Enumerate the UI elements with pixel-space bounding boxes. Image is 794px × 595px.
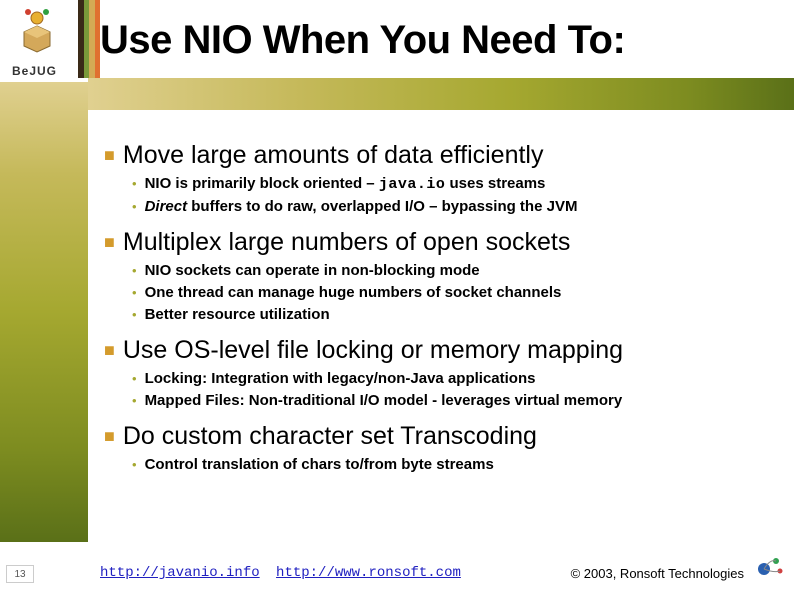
header: BeJUG Use NIO When You Need To: [0,0,794,118]
heading-2: ■ Multiplex large numbers of open socket… [104,227,764,257]
bullet-dot-icon: • [132,455,137,475]
sub-bullet: • Direct buffers to do raw, overlapped I… [132,197,764,217]
section-4: ■ Do custom character set Transcoding • … [104,421,764,475]
sub-text: Direct buffers to do raw, overlapped I/O… [145,197,578,217]
sub-bullet: • Control translation of chars to/from b… [132,455,764,475]
link-ronsoft[interactable]: http://www.ronsoft.com [276,565,461,581]
footer-links: http://javanio.info http://www.ronsoft.c… [100,565,469,581]
bullet-dot-icon: • [132,369,137,389]
sub-bullet: • Better resource utilization [132,305,764,325]
bullet-square-icon: ■ [104,421,115,451]
bullet-dot-icon: • [132,197,137,217]
left-gradient-rail [0,82,88,542]
sub-text: NIO is primarily block oriented – java.i… [145,174,546,195]
sub-text: Better resource utilization [145,305,330,325]
page-number: 13 [6,565,34,583]
page-title: Use NIO When You Need To: [100,18,625,63]
copyright: © 2003, Ronsoft Technologies [571,566,744,581]
sub-bullet: • Mapped Files: Non-traditional I/O mode… [132,391,764,411]
sub-bullet: • NIO is primarily block oriented – java… [132,174,764,195]
heading-4: ■ Do custom character set Transcoding [104,421,764,451]
bejug-logo-icon [8,8,66,66]
ronsoft-logo-icon [754,553,786,577]
footer: 13 http://javanio.info http://www.ronsof… [0,561,794,583]
sub-text: One thread can manage huge numbers of so… [145,283,562,303]
bullet-dot-icon: • [132,391,137,411]
sub-text: Mapped Files: Non-traditional I/O model … [145,391,623,411]
heading-text: Use OS-level file locking or memory mapp… [123,335,623,365]
bullet-square-icon: ■ [104,335,115,365]
sub-bullet: • One thread can manage huge numbers of … [132,283,764,303]
bullet-square-icon: ■ [104,227,115,257]
bullet-dot-icon: • [132,283,137,303]
color-stripe [78,0,100,78]
bullet-dot-icon: • [132,261,137,281]
sub-bullet: • Locking: Integration with legacy/non-J… [132,369,764,389]
section-1: ■ Move large amounts of data efficiently… [104,140,764,217]
content-area: ■ Move large amounts of data efficiently… [104,130,764,477]
sub-text: Locking: Integration with legacy/non-Jav… [145,369,536,389]
brand-name: BeJUG [12,64,57,78]
sub-bullet: • NIO sockets can operate in non-blockin… [132,261,764,281]
section-2: ■ Multiplex large numbers of open socket… [104,227,764,325]
section-3: ■ Use OS-level file locking or memory ma… [104,335,764,411]
heading-3: ■ Use OS-level file locking or memory ma… [104,335,764,365]
link-javanio[interactable]: http://javanio.info [100,565,260,581]
bullet-dot-icon: • [132,305,137,325]
header-gradient [88,78,794,110]
sub-text: NIO sockets can operate in non-blocking … [145,261,480,281]
sub-text: Control translation of chars to/from byt… [145,455,494,475]
bullet-dot-icon: • [132,174,137,194]
heading-text: Multiplex large numbers of open sockets [123,227,570,257]
heading-text: Do custom character set Transcoding [123,421,537,451]
bullet-square-icon: ■ [104,140,115,170]
heading-1: ■ Move large amounts of data efficiently [104,140,764,170]
heading-text: Move large amounts of data efficiently [123,140,544,170]
